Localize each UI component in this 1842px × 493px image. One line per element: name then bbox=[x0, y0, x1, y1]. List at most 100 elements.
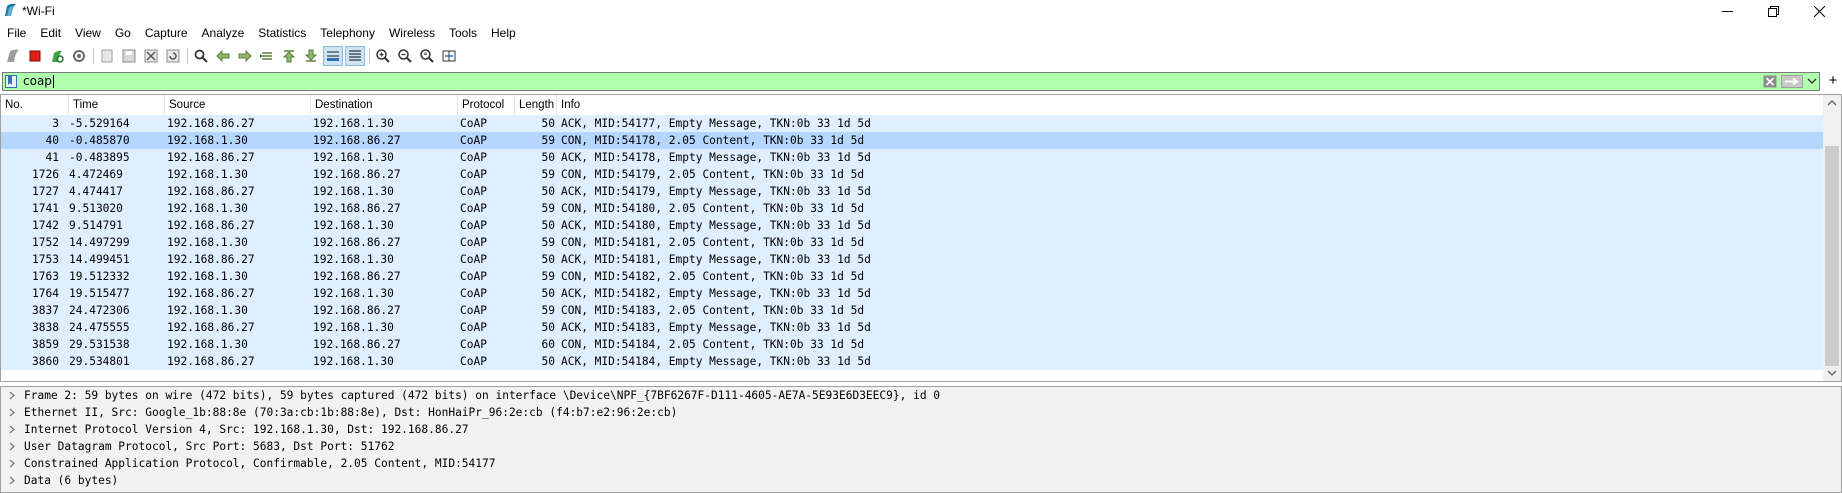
menu-analyze[interactable]: Analyze bbox=[195, 24, 252, 44]
detail-tree-item[interactable]: Ethernet II, Src: Google_1b:88:8e (70:3a… bbox=[1, 404, 1841, 421]
menu-edit[interactable]: Edit bbox=[33, 24, 68, 44]
display-filter-input[interactable] bbox=[23, 73, 1223, 90]
cell-protocol: CoAP bbox=[460, 304, 487, 317]
close-file-icon bbox=[144, 49, 158, 63]
packet-row[interactable]: 40 -0.485870 192.168.1.30 192.168.86.27 CoAP… bbox=[1, 132, 1823, 149]
menu-telephony[interactable]: Telephony bbox=[313, 24, 382, 44]
normal-size-button[interactable] bbox=[418, 47, 436, 65]
zoom-out-button[interactable] bbox=[396, 47, 414, 65]
expand-arrow-icon[interactable] bbox=[8, 408, 16, 417]
go-to-packet-button[interactable] bbox=[258, 47, 276, 65]
menu-wireless[interactable]: Wireless bbox=[382, 24, 442, 44]
detail-tree-item[interactable]: Internet Protocol Version 4, Src: 192.16… bbox=[1, 421, 1841, 438]
capture-options-button[interactable] bbox=[70, 47, 88, 65]
packet-row[interactable]: 1726 4.472469 192.168.1.30 192.168.86.27 CoA… bbox=[1, 166, 1823, 183]
column-header-info[interactable]: Info bbox=[557, 95, 1823, 115]
filter-bookmark-icon[interactable] bbox=[5, 75, 17, 88]
packet-list-rows: 3 -5.529164 192.168.86.27 192.168.1.30 CoAP 5… bbox=[1, 115, 1823, 370]
go-first-button[interactable] bbox=[280, 47, 298, 65]
menu-capture[interactable]: Capture bbox=[138, 24, 195, 44]
filter-history-dropdown-icon[interactable] bbox=[1807, 76, 1817, 86]
menu-tools[interactable]: Tools bbox=[442, 24, 484, 44]
go-to-packet-icon bbox=[260, 52, 272, 60]
packet-row[interactable]: 1741 9.513020 192.168.1.30 192.168.86.27 CoA… bbox=[1, 200, 1823, 217]
close-file-button[interactable] bbox=[142, 47, 160, 65]
toolbar-separator bbox=[93, 48, 94, 64]
packet-row[interactable]: 3837 24.472306 192.168.1.30 192.168.86.27 Co… bbox=[1, 302, 1823, 319]
packet-row[interactable]: 1752 14.497299 192.168.1.30 192.168.86.27 Co… bbox=[1, 234, 1823, 251]
menu-help[interactable]: Help bbox=[484, 24, 523, 44]
expand-arrow-icon[interactable] bbox=[8, 442, 16, 451]
column-header-time[interactable]: Time bbox=[69, 95, 165, 115]
go-last-button[interactable] bbox=[302, 47, 320, 65]
go-forward-button[interactable] bbox=[236, 47, 254, 65]
cell-protocol: CoAP bbox=[460, 219, 487, 232]
reload-file-button[interactable] bbox=[164, 47, 182, 65]
open-file-button[interactable] bbox=[98, 47, 116, 65]
packet-row[interactable]: 1727 4.474417 192.168.86.27 192.168.1.30 CoA… bbox=[1, 183, 1823, 200]
detail-tree-item[interactable]: Constrained Application Protocol, Confir… bbox=[1, 455, 1841, 472]
cell-source: 192.168.1.30 bbox=[167, 236, 248, 249]
cell-protocol: CoAP bbox=[460, 253, 487, 266]
go-last-icon bbox=[304, 49, 318, 62]
menu-file[interactable]: File bbox=[0, 24, 33, 44]
expand-arrow-icon[interactable] bbox=[8, 459, 16, 468]
packet-row[interactable]: 41 -0.483895 192.168.86.27 192.168.1.30 CoAP… bbox=[1, 149, 1823, 166]
colorize-button[interactable] bbox=[345, 46, 365, 66]
go-back-button[interactable] bbox=[214, 47, 232, 65]
packet-row[interactable]: 3859 29.531538 192.168.1.30 192.168.86.27 Co… bbox=[1, 336, 1823, 353]
apply-filter-icon[interactable] bbox=[1781, 75, 1803, 88]
cell-source: 192.168.1.30 bbox=[167, 202, 248, 215]
close-window-button[interactable] bbox=[1796, 0, 1842, 22]
cell-info: CON, MID:54181, 2.05 Content, TKN:0b 33 … bbox=[561, 236, 865, 249]
packet-row[interactable]: 1763 19.512332 192.168.1.30 192.168.86.27 Co… bbox=[1, 268, 1823, 285]
packet-row[interactable]: 3860 29.534801 192.168.86.27 192.168.1.30 Co… bbox=[1, 353, 1823, 370]
zoom-in-button[interactable] bbox=[374, 47, 392, 65]
restore-button[interactable] bbox=[1750, 0, 1796, 22]
expand-arrow-icon[interactable] bbox=[8, 391, 16, 400]
save-file-button[interactable] bbox=[120, 47, 138, 65]
expand-arrow-icon[interactable] bbox=[8, 425, 16, 434]
minimize-button[interactable] bbox=[1704, 0, 1750, 22]
column-header-source[interactable]: Source bbox=[165, 95, 311, 115]
toolbar-separator bbox=[187, 48, 188, 64]
expand-arrow-icon[interactable] bbox=[8, 476, 16, 485]
detail-tree-item[interactable]: User Datagram Protocol, Src Port: 5683, … bbox=[1, 438, 1841, 455]
menu-statistics[interactable]: Statistics bbox=[251, 24, 313, 44]
find-packet-button[interactable] bbox=[192, 47, 210, 65]
column-header-destination[interactable]: Destination bbox=[311, 95, 458, 115]
cell-source: 192.168.86.27 bbox=[167, 321, 255, 334]
restart-capture-button[interactable] bbox=[48, 47, 66, 65]
cell-no: 3837 bbox=[32, 304, 59, 317]
packet-row[interactable]: 3838 24.475555 192.168.86.27 192.168.1.30 Co… bbox=[1, 319, 1823, 336]
packet-row[interactable]: 1753 14.499451 192.168.86.27 192.168.1.30 Co… bbox=[1, 251, 1823, 268]
go-forward-icon bbox=[238, 49, 252, 63]
scroll-down-icon[interactable] bbox=[1827, 368, 1837, 378]
auto-scroll-button[interactable] bbox=[323, 46, 343, 66]
packet-row[interactable]: 1764 19.515477 192.168.86.27 192.168.1.30 Co… bbox=[1, 285, 1823, 302]
column-header-no[interactable]: No. bbox=[1, 95, 69, 115]
packet-row[interactable]: 3 -5.529164 192.168.86.27 192.168.1.30 CoAP 5… bbox=[1, 115, 1823, 132]
scrollbar-thumb[interactable] bbox=[1825, 146, 1839, 366]
scroll-up-icon[interactable] bbox=[1827, 98, 1837, 108]
column-header-protocol[interactable]: Protocol bbox=[458, 95, 515, 115]
resize-columns-button[interactable] bbox=[440, 47, 458, 65]
cell-length: 50 bbox=[541, 321, 555, 334]
go-back-icon bbox=[216, 49, 230, 63]
menu-go[interactable]: Go bbox=[108, 24, 138, 44]
packet-list-scrollbar[interactable] bbox=[1823, 95, 1841, 381]
resize-columns-icon bbox=[442, 50, 456, 62]
cell-source: 192.168.86.27 bbox=[167, 355, 255, 368]
cell-source: 192.168.86.27 bbox=[167, 253, 255, 266]
packet-row[interactable]: 1742 9.514791 192.168.86.27 192.168.1.30 CoA… bbox=[1, 217, 1823, 234]
clear-filter-icon[interactable] bbox=[1763, 75, 1777, 88]
add-filter-button[interactable]: + bbox=[1826, 72, 1840, 91]
menu-view[interactable]: View bbox=[68, 24, 108, 44]
detail-tree-item[interactable]: Frame 2: 59 bytes on wire (472 bits), 59… bbox=[1, 387, 1841, 404]
detail-tree-item[interactable]: Data (6 bytes) bbox=[1, 472, 1841, 489]
cell-info: CON, MID:54180, 2.05 Content, TKN:0b 33 … bbox=[561, 202, 865, 215]
menu-bar: File Edit View Go Capture Analyze Statis… bbox=[0, 24, 523, 44]
stop-capture-button[interactable] bbox=[26, 47, 44, 65]
start-capture-button[interactable] bbox=[4, 47, 22, 65]
column-header-length[interactable]: Length bbox=[515, 95, 557, 115]
